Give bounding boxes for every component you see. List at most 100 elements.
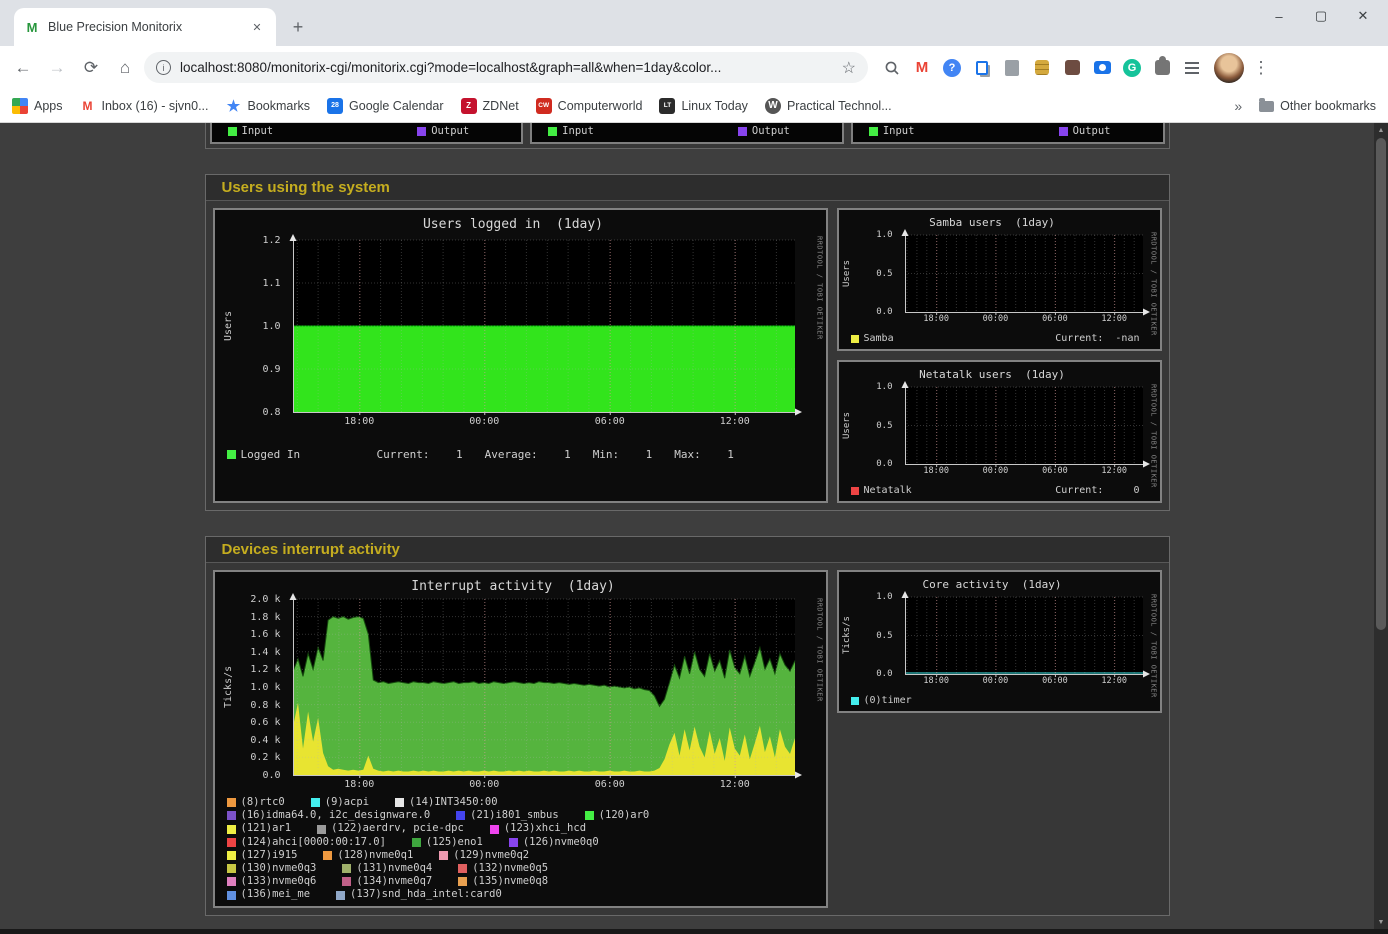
- x-tick-label: 06:00: [1042, 466, 1068, 476]
- tab-close-icon[interactable]: ✕: [248, 18, 266, 36]
- legend-label: (130)nvme0q3: [241, 862, 317, 875]
- legend-item: (125)eno1: [412, 836, 483, 849]
- bookmark-practical-technology[interactable]: W Practical Technol...: [765, 98, 892, 114]
- legend-item: (136)mei_me: [227, 888, 311, 901]
- legend-label: (16)idma64.0, i2c_designware.0: [241, 809, 431, 822]
- x-tick-label: 18:00: [344, 779, 374, 790]
- tab-monitorix[interactable]: M Blue Precision Monitorix ✕: [14, 8, 276, 46]
- y-tick-label: 0.0: [262, 770, 280, 781]
- legend-row: (121)ar1(122)aerdrv, pcie-dpc(123)xhci_h…: [227, 822, 818, 835]
- legend-item: (133)nvme0q6: [227, 875, 317, 888]
- x-tick-label: 00:00: [469, 416, 499, 427]
- archive-extension-icon[interactable]: [1060, 56, 1084, 80]
- legend-swatch: [311, 798, 320, 807]
- legend-item: (126)nvme0q0: [509, 836, 599, 849]
- bookmark-inbox[interactable]: M Inbox (16) - sjvn0...: [80, 98, 209, 114]
- maximize-button[interactable]: ▢: [1300, 2, 1342, 30]
- grammarly-icon[interactable]: G: [1120, 56, 1144, 80]
- bookmark-computerworld[interactable]: CW Computerworld: [536, 98, 643, 114]
- cutoff-network-graph-2[interactable]: Input Output: [530, 123, 844, 144]
- legend-row: (0)timer: [851, 694, 1152, 707]
- help-badge-icon[interactable]: ?: [940, 56, 964, 80]
- database-extension-icon[interactable]: [1030, 56, 1054, 80]
- legend-swatch: [227, 851, 236, 860]
- legend-row: Logged InCurrent: 1Average: 1Min: 1Max: …: [227, 448, 818, 461]
- home-button[interactable]: ⌂: [110, 53, 140, 83]
- y-tick-label: 1.1: [262, 278, 280, 289]
- plot-svg: [898, 379, 1152, 472]
- y-tick-label: 0.5: [876, 421, 892, 431]
- bookmark-star-icon[interactable]: ☆: [842, 58, 856, 78]
- minimize-button[interactable]: –: [1258, 2, 1300, 30]
- camera-extension-icon[interactable]: [1090, 56, 1114, 80]
- plot-area: [905, 387, 1143, 464]
- bookmark-linux-today[interactable]: LT Linux Today: [659, 98, 748, 114]
- section-header: Devices interrupt activity: [206, 537, 1169, 563]
- archive-glyph: [1065, 60, 1080, 75]
- interrupt-activity-graph[interactable]: Interrupt activity (1day)RRDTOOL / TOBI …: [213, 570, 828, 908]
- forward-button[interactable]: →: [42, 53, 72, 83]
- legend-swatch: [412, 838, 421, 847]
- site-info-icon[interactable]: i: [156, 60, 171, 75]
- other-bookmarks[interactable]: Other bookmarks: [1259, 99, 1376, 113]
- legend-item: (137)snd_hda_intel:card0: [336, 888, 502, 901]
- x-tick-label: 18:00: [344, 416, 374, 427]
- copy-extension-icon[interactable]: [970, 56, 994, 80]
- legend-label: (129)nvme0q2: [453, 849, 529, 862]
- bookmarks-overflow-chevron[interactable]: »: [1234, 98, 1242, 114]
- legend-item: (124)ahci[0000:00:17.0]: [227, 836, 386, 849]
- new-tab-button[interactable]: +: [284, 13, 312, 41]
- y-tick-label: 1.0: [262, 321, 280, 332]
- document-extension-icon[interactable]: [1000, 56, 1024, 80]
- legend-stat: Current: 1: [377, 448, 463, 461]
- back-button[interactable]: ←: [8, 53, 38, 83]
- bookmark-apps[interactable]: Apps: [12, 98, 63, 114]
- y-axis-ticks: 1.00.50.0: [839, 235, 899, 312]
- legend-label: (137)snd_hda_intel:card0: [350, 888, 502, 901]
- chart-legend: Logged InCurrent: 1Average: 1Min: 1Max: …: [227, 448, 818, 461]
- plot-area: [293, 599, 795, 775]
- bookmark-label: Linux Today: [681, 99, 748, 113]
- tab-title: Blue Precision Monitorix: [48, 20, 240, 34]
- legend-item: (123)xhci_hcd: [490, 822, 586, 835]
- bookmark-label: Apps: [34, 99, 63, 113]
- notes-lines-icon[interactable]: [1180, 56, 1204, 80]
- section-users: Users using the system Users logged in (…: [205, 174, 1170, 511]
- scrollbar[interactable]: ▲ ▼: [1374, 123, 1388, 929]
- scrollbar-thumb[interactable]: [1376, 138, 1386, 630]
- samba-users-graph[interactable]: Samba users (1day)RRDTOOL / TOBI OETIKER…: [837, 208, 1162, 351]
- legend-swatch: [342, 864, 351, 873]
- y-tick-label: 0.8 k: [250, 700, 280, 711]
- legend-swatch: [227, 450, 236, 459]
- rrdtool-watermark: RRDTOOL / TOBI OETIKER: [1150, 384, 1158, 488]
- section-body: Interrupt activity (1day)RRDTOOL / TOBI …: [206, 563, 1169, 915]
- scroll-down-arrow[interactable]: ▼: [1374, 916, 1388, 928]
- bookmark-bookmarks[interactable]: ★ Bookmarks: [226, 98, 311, 114]
- legend-label: (0)timer: [864, 694, 912, 707]
- bookmark-label: Google Calendar: [349, 99, 444, 113]
- profile-avatar[interactable]: [1214, 53, 1244, 83]
- search-icon[interactable]: [880, 56, 904, 80]
- users-logged-in-graph[interactable]: Users logged in (1day)RRDTOOL / TOBI OET…: [213, 208, 828, 503]
- scroll-up-arrow[interactable]: ▲: [1374, 124, 1388, 136]
- tab-strip: M Blue Precision Monitorix ✕ + – ▢ ✕: [0, 0, 1388, 46]
- reload-button[interactable]: ⟳: [76, 53, 106, 83]
- close-window-button[interactable]: ✕: [1342, 2, 1384, 30]
- address-bar[interactable]: i localhost:8080/monitorix-cgi/monitorix…: [144, 52, 868, 83]
- cutoff-network-graph-3[interactable]: Input Output: [851, 123, 1165, 144]
- y-tick-label: 2.0 k: [250, 594, 280, 605]
- bookmark-zdnet[interactable]: Z ZDNet: [461, 98, 519, 114]
- monitorix-favicon: M: [24, 19, 40, 35]
- legend-item: (130)nvme0q3: [227, 862, 317, 875]
- netatalk-users-graph[interactable]: Netatalk users (1day)RRDTOOL / TOBI OETI…: [837, 360, 1162, 503]
- output-swatch: [1059, 127, 1068, 136]
- bookmark-google-calendar[interactable]: 28 Google Calendar: [327, 98, 444, 114]
- y-tick-label: 1.0: [876, 592, 892, 602]
- core-activity-graph[interactable]: Core activity (1day)RRDTOOL / TOBI OETIK…: [837, 570, 1162, 713]
- extensions-puzzle-icon[interactable]: [1150, 56, 1174, 80]
- cutoff-network-graph-1[interactable]: Input Output: [210, 123, 524, 144]
- url-text[interactable]: localhost:8080/monitorix-cgi/monitorix.c…: [180, 60, 833, 75]
- chrome-menu-icon[interactable]: ⋮: [1248, 53, 1274, 83]
- legend-swatch: [227, 838, 236, 847]
- gmail-extension-icon[interactable]: M: [910, 56, 934, 80]
